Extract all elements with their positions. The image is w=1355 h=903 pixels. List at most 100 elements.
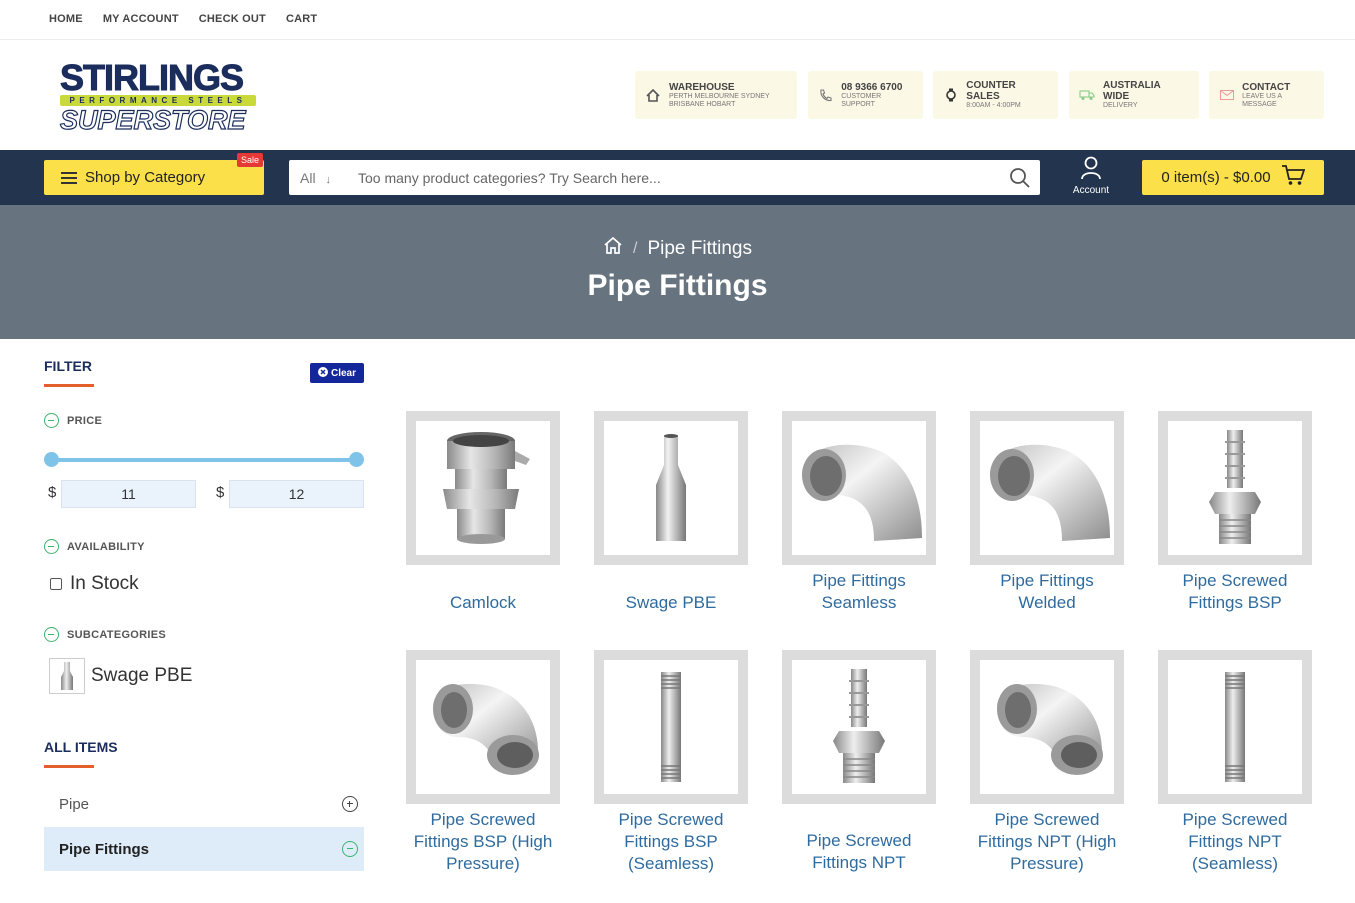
nipple-icon — [1225, 672, 1245, 782]
product-name[interactable]: Pipe Screwed Fittings NPT (High Pressure… — [953, 809, 1141, 875]
product-image-npt[interactable] — [782, 650, 936, 804]
search-scope-select[interactable]: All ↓ — [289, 170, 344, 186]
product-name[interactable]: Pipe Screwed Fittings BSP — [1141, 570, 1329, 614]
in-stock-checkbox[interactable]: In Stock — [50, 573, 139, 595]
in-stock-label: In Stock — [70, 573, 139, 594]
threaded-elbow-icon — [997, 683, 1103, 775]
arrow-down-icon: ↓ — [325, 173, 331, 186]
info-phone-title: 08 9366 6700 — [841, 81, 903, 93]
filter-sidebar: FILTER Clear PRICE $ 11 $ 12 AVAILABILIT… — [44, 339, 364, 903]
product-name[interactable]: Pipe Fittings Welded — [953, 570, 1141, 614]
cart-summary: 0 item(s) - $0.00 — [1161, 169, 1271, 186]
product-image-npt-seamless[interactable] — [1158, 650, 1312, 804]
menu-icon — [61, 171, 77, 184]
search-scope-value: All — [300, 169, 316, 186]
filter-underline — [44, 384, 94, 387]
hosetail-icon — [1209, 430, 1261, 544]
all-items-label: Pipe Fittings — [59, 840, 149, 858]
product-image-bsp-seamless[interactable] — [594, 650, 748, 804]
product-image-npt-high-pressure[interactable] — [970, 650, 1124, 804]
expand-icon[interactable] — [342, 796, 358, 812]
subcategories-filter-label: SUBCATEGORIES — [67, 628, 167, 641]
search-icon[interactable] — [1000, 167, 1040, 189]
all-items-pipe[interactable]: Pipe — [44, 782, 364, 826]
subcategories-filter-toggle[interactable]: SUBCATEGORIES — [44, 627, 166, 642]
price-max-input[interactable]: 12 — [229, 480, 364, 508]
top-nav-my-account[interactable]: MY ACCOUNT — [103, 13, 179, 25]
info-phone[interactable]: 08 9366 6700 CUSTOMER SUPPORT — [808, 71, 923, 119]
cart-icon — [1281, 164, 1305, 191]
product-name[interactable]: Pipe Screwed Fittings NPT — [765, 830, 953, 874]
product-image-pipe-fittings-seamless[interactable] — [782, 411, 936, 565]
price-slider-max-handle[interactable] — [349, 452, 364, 467]
currency-symbol: $ — [48, 484, 57, 501]
product-name[interactable]: Pipe Screwed Fittings BSP (Seamless) — [577, 809, 765, 875]
sale-badge: Sale — [237, 153, 264, 167]
info-counter-sales[interactable]: COUNTER SALES 8:00AM - 4:00PM — [933, 71, 1058, 119]
info-contact-sub: LEAVE US A MESSAGE — [1242, 92, 1282, 108]
product-name[interactable]: Pipe Fittings Seamless — [765, 570, 953, 614]
site-header: STIRLINGS PERFORMANCE STEELS SUPERSTORE … — [0, 40, 1355, 150]
product-name[interactable]: Camlock — [389, 592, 577, 614]
product-image-pipe-fittings-welded[interactable] — [970, 411, 1124, 565]
all-items-label: Pipe — [59, 795, 90, 813]
currency-symbol: $ — [216, 484, 225, 501]
account-button[interactable]: Account — [1066, 156, 1116, 196]
checkbox[interactable] — [50, 578, 62, 590]
availability-filter-toggle[interactable]: AVAILABILITY — [44, 539, 145, 554]
truck-icon — [1079, 87, 1095, 103]
subcategory-thumbnail — [49, 658, 85, 694]
info-contact-title: CONTACT — [1242, 81, 1291, 93]
breadcrumb-separator: / — [633, 239, 638, 257]
nipple-icon — [661, 672, 681, 782]
home-icon[interactable] — [603, 236, 623, 261]
top-nav-cart[interactable]: CART — [286, 13, 317, 25]
product-name[interactable]: Swage PBE — [577, 592, 765, 614]
site-logo[interactable]: STIRLINGS PERFORMANCE STEELS SUPERSTORE — [59, 59, 260, 135]
product-image-swage-pbe[interactable] — [594, 411, 748, 565]
product-image-bsp-high-pressure[interactable] — [406, 650, 560, 804]
product-name[interactable]: Pipe Screwed Fittings NPT (Seamless) — [1141, 809, 1329, 875]
info-warehouse[interactable]: WAREHOUSE PERTH MELBOURNE SYDNEY BRISBAN… — [635, 71, 797, 119]
phone-icon — [818, 87, 833, 103]
all-items-pipe-fittings[interactable]: Pipe Fittings — [44, 827, 364, 871]
product-image-camlock[interactable] — [406, 411, 560, 565]
collapse-icon[interactable] — [342, 841, 358, 857]
breadcrumb: / Pipe Fittings — [0, 236, 1355, 261]
info-delivery-title: AUSTRALIA WIDE — [1103, 80, 1161, 102]
availability-filter-label: AVAILABILITY — [67, 540, 145, 553]
top-nav-home[interactable]: HOME — [49, 13, 83, 25]
product-name[interactable]: Pipe Screwed Fittings BSP (High Pressure… — [389, 809, 577, 875]
info-warehouse-sub2: BRISBANE HOBART — [669, 100, 736, 108]
mail-icon — [1219, 87, 1234, 103]
top-nav-checkout[interactable]: CHECK OUT — [199, 13, 266, 25]
search-bar: All ↓ — [289, 160, 1040, 195]
subcategory-item[interactable]: Swage PBE — [49, 658, 192, 694]
clear-filter-button[interactable]: Clear — [310, 363, 364, 383]
search-input[interactable] — [344, 160, 1000, 195]
info-delivery[interactable]: AUSTRALIA WIDE DELIVERY — [1069, 71, 1199, 119]
shop-by-category-button[interactable]: Shop by Category — [44, 160, 264, 195]
price-filter-toggle[interactable]: PRICE — [44, 413, 102, 428]
collapse-icon — [44, 539, 59, 554]
filter-title: FILTER — [44, 358, 92, 374]
collapse-icon — [44, 413, 59, 428]
info-contact[interactable]: CONTACT LEAVE US A MESSAGE — [1209, 71, 1324, 119]
breadcrumb-current: Pipe Fittings — [647, 237, 752, 259]
cart-button[interactable]: 0 item(s) - $0.00 — [1142, 160, 1324, 195]
shop-by-category-label: Shop by Category — [85, 169, 206, 186]
clear-filter-label: Clear — [330, 367, 356, 379]
price-min-input[interactable]: 11 — [61, 480, 196, 508]
top-bar: HOME MY ACCOUNT CHECK OUT CART — [0, 0, 1355, 40]
page-title: Pipe Fittings — [587, 269, 768, 302]
price-slider-min-handle[interactable] — [44, 452, 59, 467]
camlock-icon — [443, 432, 530, 544]
threaded-elbow-icon — [433, 683, 539, 775]
product-image-pipe-screwed-fittings-bsp[interactable] — [1158, 411, 1312, 565]
page-banner: / Pipe Fittings Pipe Fittings — [0, 205, 1355, 339]
elbow-icon — [990, 444, 1110, 541]
main-nav-bar: Shop by Category Sale All ↓ Account 0 it… — [0, 150, 1355, 205]
info-phone-sub: CUSTOMER SUPPORT — [841, 92, 882, 108]
info-counter-sales-sub: 8:00AM - 4:00PM — [966, 102, 1021, 109]
info-counter-sales-title: COUNTER SALES — [966, 80, 1016, 102]
